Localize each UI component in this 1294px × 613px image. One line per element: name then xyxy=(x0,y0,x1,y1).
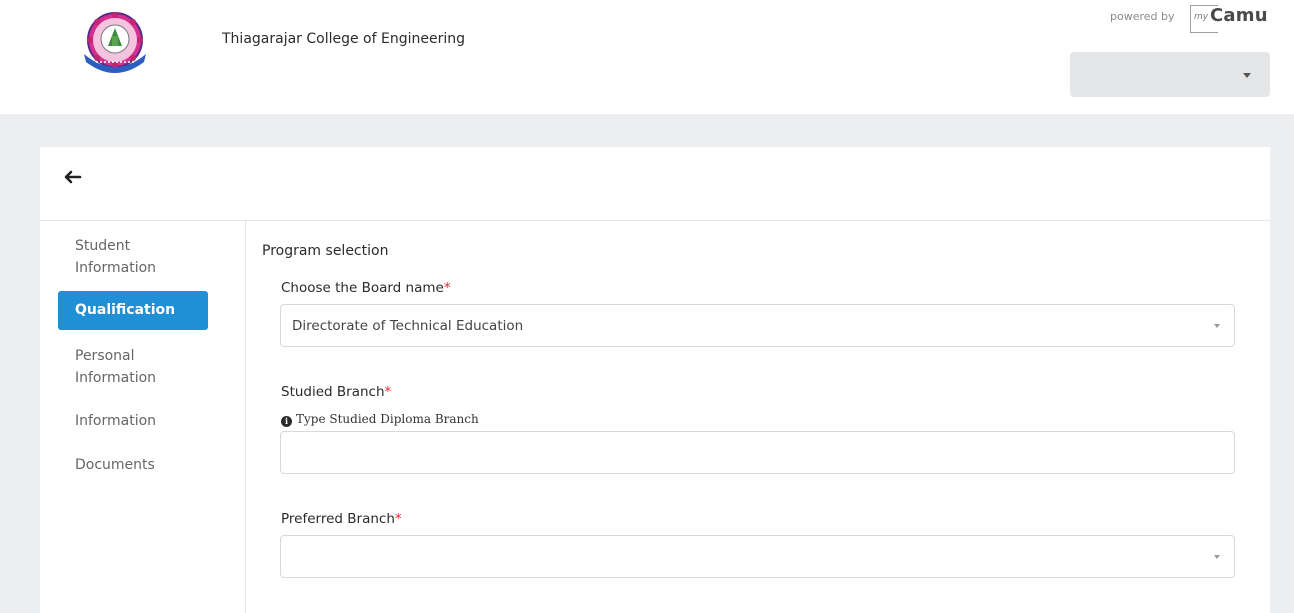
arrow-left-icon[interactable] xyxy=(60,165,84,189)
user-menu-dropdown[interactable] xyxy=(1070,52,1270,97)
sidebar-item-student-information[interactable]: Student Information xyxy=(75,235,195,279)
chevron-down-icon xyxy=(1214,324,1220,328)
sidebar-divider xyxy=(245,221,246,613)
powered-by-text: powered by xyxy=(1110,10,1175,23)
studied-branch-hint-text: Type Studied Diploma Branch xyxy=(296,412,479,426)
mycamu-logo: my Camu xyxy=(1190,3,1280,39)
required-mark: * xyxy=(394,511,402,527)
header-divider xyxy=(40,220,1270,221)
studied-branch-hint: i Type Studied Diploma Branch xyxy=(281,412,479,427)
required-mark: * xyxy=(443,280,451,296)
info-circle-icon: i xyxy=(281,416,292,427)
mycamu-my-text: my xyxy=(1194,12,1209,22)
college-logo xyxy=(84,12,146,73)
section-title: Program selection xyxy=(262,243,389,259)
application-card: Student Information Qualification Person… xyxy=(40,147,1270,613)
studied-branch-label: Studied Branch* xyxy=(281,384,391,400)
sidebar-item-personal-information[interactable]: Personal Information xyxy=(75,345,195,389)
preferred-branch-select[interactable] xyxy=(280,535,1235,578)
studied-branch-input[interactable] xyxy=(280,431,1235,474)
sidebar-item-qualification[interactable]: Qualification xyxy=(58,291,208,330)
chevron-down-icon xyxy=(1243,73,1251,78)
mycamu-camu-text: Camu xyxy=(1210,5,1268,26)
required-mark: * xyxy=(384,384,392,400)
board-name-label: Choose the Board name* xyxy=(281,280,451,296)
header: Thiagarajar College of Engineering power… xyxy=(0,0,1294,114)
preferred-branch-label-text: Preferred Branch xyxy=(281,511,395,527)
chevron-down-icon xyxy=(1214,555,1220,559)
college-name: Thiagarajar College of Engineering xyxy=(222,31,465,47)
sidebar-item-information[interactable]: Information xyxy=(75,410,156,432)
board-name-value: Directorate of Technical Education xyxy=(292,318,524,334)
board-name-select[interactable]: Directorate of Technical Education xyxy=(280,304,1235,347)
studied-branch-label-text: Studied Branch xyxy=(281,384,385,400)
board-name-label-text: Choose the Board name xyxy=(281,280,444,296)
sidebar-item-documents[interactable]: Documents xyxy=(75,454,155,476)
preferred-branch-label: Preferred Branch* xyxy=(281,511,402,527)
